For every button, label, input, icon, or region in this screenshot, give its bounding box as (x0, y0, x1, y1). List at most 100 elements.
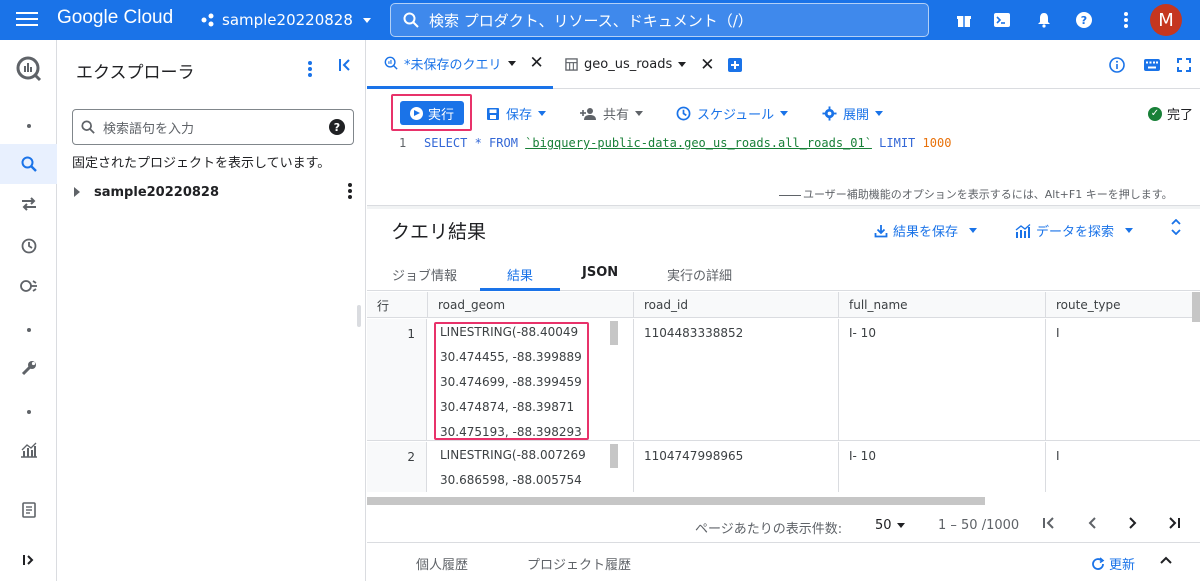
row-number: 1 (407, 327, 415, 341)
cell-route-type[interactable]: I (1046, 319, 1200, 440)
tab-personal-history[interactable]: 個人履歴 (416, 554, 468, 573)
grid-vertical-scrollbar[interactable] (1192, 292, 1200, 322)
cell-full-name[interactable]: I- 10 (839, 442, 1046, 492)
sql-line[interactable]: SELECT * FROM `bigquery-public-data.geo_… (424, 136, 951, 150)
bigquery-logo-icon[interactable] (0, 48, 57, 90)
gift-icon[interactable] (954, 10, 974, 30)
first-page-icon[interactable] (1042, 515, 1056, 534)
results-tabs: ジョブ情報 結果 JSON 実行の詳細 (367, 253, 1200, 291)
run-button[interactable]: 実行 (400, 101, 464, 125)
dot-icon[interactable] (0, 310, 57, 350)
last-page-icon[interactable] (1167, 515, 1181, 534)
notifications-icon[interactable] (1034, 10, 1054, 30)
keyboard-icon[interactable] (1143, 40, 1161, 89)
column-header-road-geom[interactable]: road_geom (428, 292, 634, 318)
sql-table-ref[interactable]: `bigquery-public-data.geo_us_roads.all_r… (525, 136, 872, 150)
grid-horizontal-scrollbar[interactable] (367, 497, 985, 505)
svg-text:?: ? (1081, 14, 1087, 27)
help-icon[interactable]: ? (329, 119, 345, 135)
cell-scrollbar[interactable] (610, 321, 618, 345)
explorer-search-placeholder: 検索語句を入力 (103, 121, 195, 137)
table-row[interactable]: 1 LINESTRING(-88.40049 30.474455, -88.39… (367, 319, 1200, 441)
wrench-icon[interactable] (0, 348, 57, 388)
project-picker[interactable]: sample20220828 (200, 11, 371, 29)
pagination: ページあたりの表示件数: 50 1 – 50 /1000 (367, 508, 1200, 542)
tab-results[interactable]: 結果 (507, 265, 533, 284)
previous-page-icon[interactable] (1085, 515, 1099, 534)
column-header-row[interactable]: 行 (367, 292, 428, 318)
refresh-button[interactable]: 更新 (1091, 554, 1135, 573)
expand-icon[interactable] (0, 540, 57, 580)
tab-unsaved-query[interactable]: *未保存のクエリ ✕ (367, 40, 553, 89)
cell-road-id[interactable]: 1104483338852 (634, 319, 839, 440)
page-size-select[interactable]: 50 (875, 518, 905, 533)
cell-road-geom[interactable]: LINESTRING(-88.007269 30.686598, -88.005… (428, 442, 634, 492)
schedule-button[interactable]: スケジュール (676, 104, 789, 123)
chevron-down-icon[interactable] (507, 60, 516, 66)
more-vert-icon[interactable] (306, 60, 314, 78)
explore-data-label: データを探索 (1036, 225, 1115, 240)
dot-icon[interactable] (0, 392, 57, 432)
results-title: クエリ結果 (391, 221, 487, 243)
close-icon[interactable]: ✕ (530, 53, 544, 73)
explorer-search-input[interactable]: 検索語句を入力 ? (72, 109, 354, 145)
help-icon[interactable]: ? (1074, 10, 1094, 30)
run-label: 実行 (427, 107, 454, 123)
add-icon (728, 57, 742, 72)
tab-job-info[interactable]: ジョブ情報 (392, 265, 457, 284)
cell-route-type[interactable]: I (1046, 442, 1200, 492)
save-label: 保存 (506, 108, 533, 123)
cell-scrollbar[interactable] (610, 444, 618, 468)
next-page-icon[interactable] (1126, 515, 1140, 534)
deploy-button[interactable]: 展開 (822, 104, 884, 123)
save-results-button[interactable]: 結果を保存 (874, 221, 978, 240)
cloud-shell-icon[interactable] (992, 10, 1012, 30)
new-tab-button[interactable] (727, 40, 743, 89)
info-icon[interactable] (1109, 40, 1125, 89)
project-tree-item[interactable]: sample20220828 (72, 182, 362, 202)
google-cloud-logo[interactable]: Google Cloud (57, 7, 173, 29)
history-icon[interactable] (0, 226, 57, 266)
menu-icon[interactable] (16, 9, 38, 31)
deploy-label: 展開 (843, 108, 870, 123)
avatar[interactable]: M (1150, 4, 1182, 36)
collapse-panel-icon[interactable] (338, 57, 352, 77)
expand-arrow-icon[interactable] (74, 187, 80, 197)
dot-icon[interactable] (0, 106, 57, 146)
person-add-icon (580, 107, 596, 120)
tab-geo-us-roads[interactable]: geo_us_roads ✕ (565, 40, 714, 89)
table-row[interactable]: 2 LINESTRING(-88.007269 30.686598, -88.0… (367, 442, 1200, 492)
chevron-down-icon[interactable] (678, 62, 687, 67)
tab-project-history[interactable]: プロジェクト履歴 (527, 554, 631, 573)
column-header-full-name[interactable]: full_name (839, 292, 1046, 318)
fullscreen-icon[interactable] (1177, 40, 1191, 89)
tab-execution-details[interactable]: 実行の詳細 (667, 265, 732, 284)
chevron-up-icon[interactable] (1159, 551, 1173, 569)
column-header-route-type[interactable]: route_type (1046, 292, 1200, 318)
insights-icon[interactable] (0, 430, 57, 470)
transfer-icon[interactable] (0, 184, 57, 224)
close-icon[interactable]: ✕ (700, 55, 714, 75)
search-icon[interactable] (0, 144, 57, 184)
chevron-down-icon (875, 111, 884, 116)
explore-data-button[interactable]: データを探索 (1015, 221, 1134, 240)
query-toolbar: 実行 保存 共有 スケジュール 展開 ✓ 完了 (367, 90, 1200, 134)
unfold-icon[interactable] (1171, 218, 1181, 236)
more-vert-icon[interactable] (1116, 10, 1136, 30)
more-vert-icon[interactable] (348, 183, 352, 201)
tab-json[interactable]: JSON (582, 265, 618, 280)
global-search-input[interactable]: 検索 プロダクト、リソース、ドキュメント（/） (390, 3, 929, 37)
column-header-road-id[interactable]: road_id (634, 292, 839, 318)
share-button[interactable]: 共有 (579, 104, 644, 123)
release-notes-icon[interactable] (0, 490, 57, 530)
sql-editor[interactable]: 1 SELECT * FROM `bigquery-public-data.ge… (367, 134, 1200, 206)
chevron-down-icon (969, 228, 978, 233)
play-icon (409, 106, 423, 120)
geom-line: 30.686598, -88.005754 (440, 473, 582, 487)
nav-rail (0, 40, 57, 581)
save-button[interactable]: 保存 (486, 104, 547, 123)
cell-full-name[interactable]: I- 10 (839, 319, 1046, 440)
analytics-hub-icon[interactable] (0, 266, 57, 306)
cell-road-id[interactable]: 1104747998965 (634, 442, 839, 492)
panel-resize-handle[interactable] (357, 305, 361, 327)
